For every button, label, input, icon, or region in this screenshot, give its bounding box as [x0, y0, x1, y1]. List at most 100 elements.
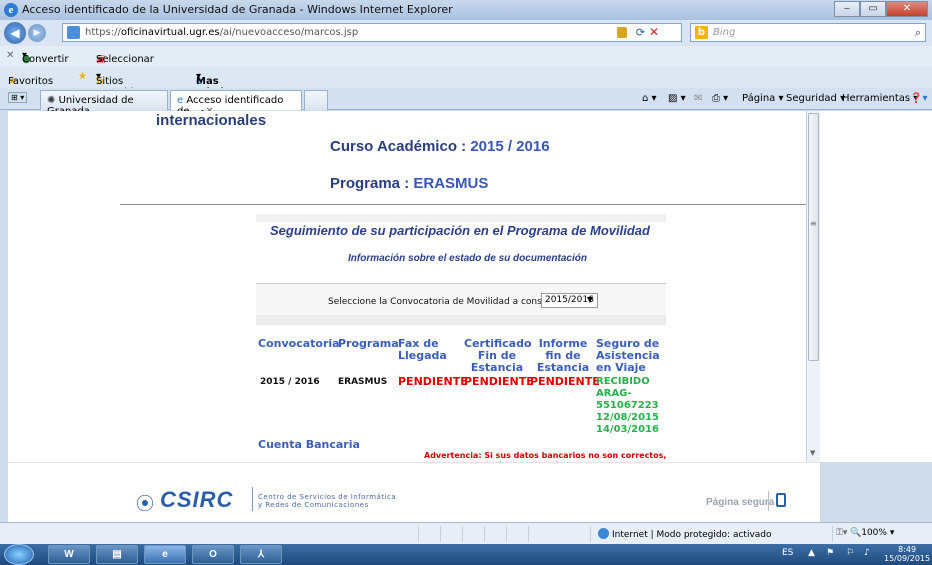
header-fax: Fax de Llegada: [398, 337, 447, 362]
csirc-logo: CSIRC: [160, 487, 234, 512]
quick-tabs-icon[interactable]: ⊞ ▾: [8, 92, 28, 103]
bing-icon: b: [695, 26, 708, 39]
page-icon: e: [177, 95, 184, 106]
cell-informe: PENDIENTE: [530, 375, 600, 388]
seguimiento-title: Seguimiento de su participación en el Pr…: [270, 223, 650, 238]
cell-fax: PENDIENTE: [398, 375, 468, 388]
url-input[interactable]: https://oficinavirtual.ugr.es/ai/nuevoac…: [62, 23, 682, 42]
start-button[interactable]: [4, 544, 34, 565]
ugr-icon: ✺: [47, 95, 56, 106]
status-cell: [832, 526, 833, 542]
cell-seguro: RECIBIDO ARAG- 551067223 12/08/2015 14/0…: [596, 376, 659, 435]
tab-acceso[interactable]: e Acceso identificado de ... ✕: [170, 90, 302, 117]
protected-mode-icon[interactable]: ⚿▾: [836, 528, 847, 538]
explorer-taskbar-button[interactable]: ▤: [96, 545, 138, 564]
cell-certificado: PENDIENTE: [464, 375, 534, 388]
mail-icon[interactable]: ✉: [694, 93, 702, 104]
status-cell: [462, 526, 463, 542]
flag-icon[interactable]: ⚐: [846, 548, 854, 558]
search-input[interactable]: b Bing ⌕: [690, 23, 926, 42]
security-zone[interactable]: Internet | Modo protegido: activado: [598, 528, 772, 540]
search-icon[interactable]: ⌕: [915, 26, 921, 40]
new-tab-button[interactable]: [304, 90, 328, 110]
word-taskbar-button[interactable]: W: [48, 545, 90, 564]
close-button[interactable]: ✕: [886, 1, 928, 17]
command-bar: ✕ ● Convertir ▾ ▣ Seleccionar: [0, 46, 932, 66]
title-bar: e Acceso identificado de la Universidad …: [0, 0, 932, 20]
search-placeholder: Bing: [713, 27, 736, 38]
feeds-icon[interactable]: ▨ ▾: [668, 93, 686, 104]
cell-programa: ERASMUS: [338, 377, 388, 387]
volume-icon[interactable]: ♪: [864, 548, 870, 558]
lock-icon[interactable]: [617, 27, 627, 38]
add-favorite-icon[interactable]: ★: [78, 71, 87, 82]
favorites-bar: ★ Favoritos ★ b Sitios sugeridos ▾ e Mas…: [0, 66, 932, 131]
language-indicator[interactable]: ES: [782, 548, 793, 558]
cell-convocatoria: 2015 / 2016: [260, 377, 320, 387]
print-icon[interactable]: ⎙ ▾: [712, 93, 728, 104]
divider: [768, 491, 769, 511]
panel-band: [256, 315, 666, 325]
divider: [256, 283, 666, 284]
sitios-sugeridos-button[interactable]: b Sitios sugeridos ▾: [96, 71, 145, 98]
back-button[interactable]: ◀: [4, 22, 26, 44]
curso-heading: Curso Académico : 2015 / 2016: [330, 138, 550, 155]
informacion-subtitle: Información sobre el estado de su docume…: [348, 253, 587, 264]
minimize-button[interactable]: ‒: [834, 1, 860, 17]
ie-icon: e: [4, 3, 18, 17]
network-icon[interactable]: ⚑: [826, 548, 834, 558]
page-footer: ⦿ CSIRC Centro de Servicios de Informáti…: [8, 462, 820, 522]
scroll-thumb[interactable]: [808, 113, 819, 361]
close-icon[interactable]: ✕: [6, 50, 14, 61]
mas-admite-link[interactable]: e Mas admite el riesgo ... ▾: [196, 71, 235, 131]
pagina-segura-label: Página segura: [706, 497, 775, 508]
divider: [120, 204, 806, 205]
url-path: /ai/nuevoacceso/marcos.jsp: [219, 27, 359, 38]
url-domain: oficinavirtual.ugr.es: [120, 27, 220, 38]
convertir-button[interactable]: ● Convertir ▾: [22, 50, 68, 65]
internacionales-heading: internacionales: [156, 112, 267, 129]
ie-taskbar-button[interactable]: e: [144, 545, 186, 564]
tray-chevron-icon[interactable]: ▲: [808, 548, 815, 558]
advertencia-text: Advertencia: Si sus datos bancarios no s…: [424, 451, 667, 462]
status-bar: Internet | Modo protegido: activado ⚿▾ 🔍…: [0, 522, 932, 544]
header-convocatoria: Convocatoria: [258, 337, 340, 350]
page-icon: [67, 26, 80, 39]
clock[interactable]: 8:49 15/09/2015: [884, 545, 930, 563]
maximize-button[interactable]: ▭: [860, 1, 886, 17]
pagina-menu[interactable]: Página ▾: [742, 93, 784, 104]
header-programa: Programa: [338, 337, 399, 350]
help-icon[interactable]: ❓▾: [910, 93, 927, 104]
tab-universidad[interactable]: ✺ Universidad de Granada: [40, 90, 168, 117]
scroll-down-icon[interactable]: ▼: [810, 449, 815, 457]
lock-icon: [776, 493, 786, 507]
vertical-scrollbar[interactable]: ≡ ▼: [806, 111, 820, 462]
forward-button[interactable]: ▶: [28, 24, 46, 42]
stop-icon[interactable]: ✕: [649, 25, 659, 39]
status-cell: [440, 526, 441, 542]
cuenta-bancaria-heading: Cuenta Bancaria: [258, 438, 360, 451]
home-icon[interactable]: ⌂ ▾: [642, 93, 657, 104]
status-cell: [418, 526, 419, 542]
scroll-grip-icon: ≡: [810, 219, 817, 228]
csirc-symbol-icon: ⦿: [136, 494, 154, 515]
status-cell: [506, 526, 507, 542]
refresh-icon[interactable]: ⟳: [636, 26, 645, 39]
acrobat-taskbar-button[interactable]: ⅄: [240, 545, 282, 564]
tab-bar: ⊞ ▾ ✺ Universidad de Granada e Acceso id…: [0, 88, 932, 117]
status-cell: [590, 526, 591, 542]
outlook-taskbar-button[interactable]: O: [192, 545, 234, 564]
address-bar: ◀ ▶ https://oficinavirtual.ugr.es/ai/nue…: [0, 20, 932, 46]
herramientas-menu[interactable]: Herramientas ▾: [842, 93, 918, 104]
url-prefix: https://: [85, 27, 121, 38]
convocatoria-select[interactable]: 2015/2016 ▼: [541, 293, 598, 308]
header-seguro: Seguro de Asistencia en Viaje: [596, 337, 660, 374]
panel-band: [256, 214, 666, 222]
zoom-control[interactable]: 🔍100% ▾: [850, 528, 894, 538]
select-label: Seleccione la Convocatoria de Movilidad …: [328, 297, 563, 307]
csirc-text: Centro de Servicios de Informática y Red…: [258, 493, 397, 509]
seguridad-menu[interactable]: Seguridad ▾: [786, 93, 845, 104]
header-certificado: Certificado Fin de Estancia: [464, 337, 532, 374]
window-controls: ‒ ▭ ✕: [834, 1, 928, 17]
status-cell: [528, 526, 529, 542]
